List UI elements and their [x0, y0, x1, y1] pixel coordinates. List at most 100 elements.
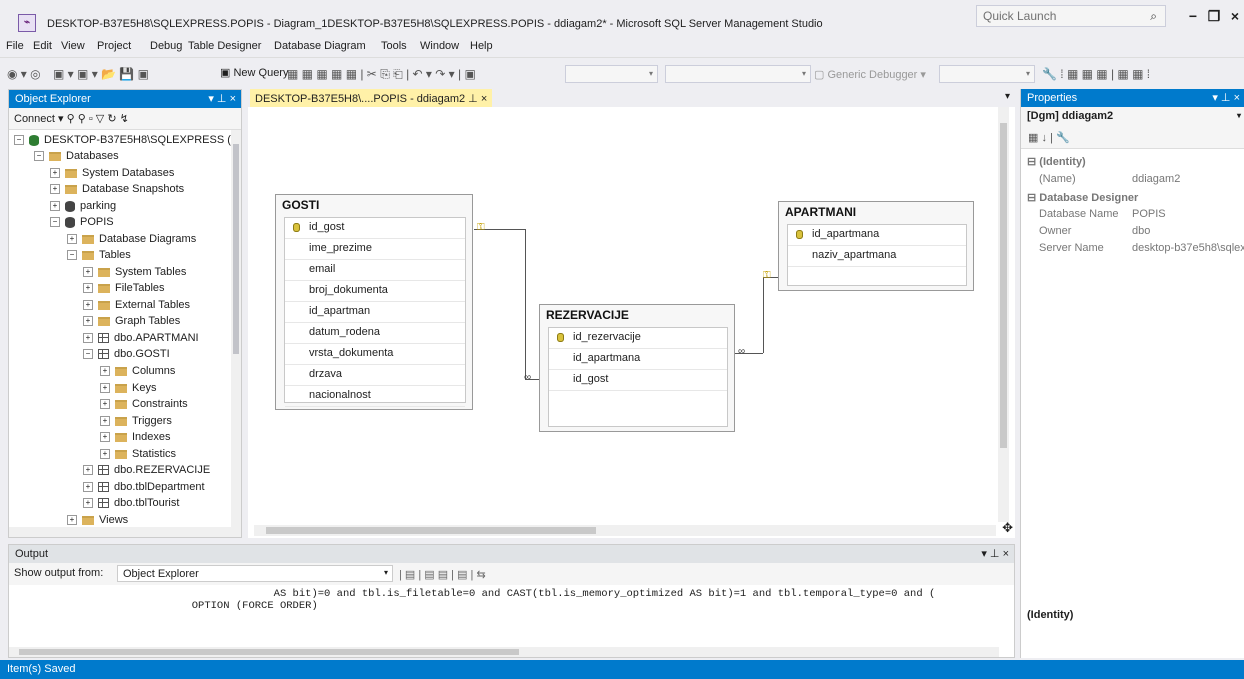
- quick-launch-input[interactable]: Quick Launch ⌕: [976, 5, 1166, 27]
- menu-tools[interactable]: Tools: [381, 40, 407, 52]
- tree-indexes[interactable]: + Indexes: [100, 429, 171, 445]
- tree-filetables[interactable]: + FileTables: [83, 280, 165, 296]
- restore-icon[interactable]: ❐: [1205, 8, 1223, 26]
- menu-view[interactable]: View: [61, 40, 85, 52]
- tab-dropdown-icon[interactable]: ▾: [1005, 91, 1010, 102]
- database-name-property[interactable]: Database Name POPIS: [1021, 206, 1244, 223]
- menu-window[interactable]: Window: [420, 40, 459, 52]
- tab-ddiagam2[interactable]: DESKTOP-B37E5H8\....POPIS - ddiagam2 ⊥ ×: [250, 89, 493, 107]
- tree-apartmani[interactable]: + dbo.APARTMANI: [83, 330, 199, 346]
- table-gosti[interactable]: GOSTI id_gost ime_prezime email broj_dok…: [275, 194, 473, 410]
- tree-gosti[interactable]: − dbo.GOSTI: [83, 346, 170, 362]
- designer-category[interactable]: ⊟ Database Designer: [1021, 189, 1244, 206]
- solution-combo[interactable]: ▾: [565, 65, 658, 83]
- tree-tbldepartment[interactable]: + dbo.tblDepartment: [83, 479, 205, 495]
- column-id-apartmana-pk[interactable]: id_apartmana: [788, 225, 966, 246]
- column-id-gost[interactable]: id_gost: [285, 218, 465, 239]
- identity-category[interactable]: ⊟ (Identity): [1021, 153, 1244, 170]
- connect-button[interactable]: Connect: [14, 113, 55, 125]
- close-icon[interactable]: ×: [1226, 8, 1244, 26]
- diagram-tool-icons[interactable]: 🔧 ⁞ ▦ ▦ ▦ | ▦ ▦ ⁞: [1042, 67, 1150, 81]
- column-id-rezervacije[interactable]: id_rezervacije: [549, 328, 727, 349]
- filter-refresh-icons[interactable]: ⚲ ⚲ ▫ ▽ ↻ ↯: [67, 113, 129, 125]
- new-item-icons[interactable]: ▣ ▾ ▣ ▾ 📂 💾 ▣: [53, 67, 149, 81]
- debugger-button[interactable]: ▢ Generic Debugger ▾: [814, 68, 926, 81]
- menu-help[interactable]: Help: [470, 40, 493, 52]
- menu-database-diagram[interactable]: Database Diagram: [274, 40, 366, 52]
- tree-popis[interactable]: − POPIS: [50, 214, 114, 230]
- categorized-icon[interactable]: ▦: [1028, 132, 1038, 144]
- diagram-horizontal-scrollbar[interactable]: [254, 525, 996, 536]
- column-ime-prezime[interactable]: ime_prezime: [285, 239, 465, 260]
- tree-constraints[interactable]: + Constraints: [100, 396, 188, 412]
- properties-toolbar: ▦ ↓ | 🔧: [1021, 127, 1244, 149]
- back-icon[interactable]: ◉ ▾ ◎: [7, 67, 41, 81]
- column-vrsta-dokumenta[interactable]: vrsta_dokumenta: [285, 344, 465, 365]
- tree-system-databases[interactable]: + System Databases: [50, 165, 174, 181]
- tree-statistics[interactable]: + Statistics: [100, 446, 176, 462]
- output-text: AS bit)=0 and tbl.is_filetable=0 and CAS…: [9, 588, 936, 612]
- minimize-icon[interactable]: −: [1184, 8, 1202, 26]
- menu-debug[interactable]: Debug: [150, 40, 182, 52]
- output-source-select[interactable]: Object Explorer ▾: [117, 565, 393, 582]
- column-id-gost-fk[interactable]: id_gost: [549, 370, 727, 391]
- tree-columns[interactable]: + Columns: [100, 363, 175, 379]
- table-apartmani[interactable]: APARTMANI id_apartmana naziv_apartmana: [778, 201, 974, 291]
- tab-close-icon[interactable]: ×: [481, 93, 487, 105]
- tree-external-tables[interactable]: + External Tables: [83, 297, 190, 313]
- owner-property[interactable]: Owner dbo: [1021, 223, 1244, 240]
- column-broj-dokumenta[interactable]: broj_dokumenta: [285, 281, 465, 302]
- tree-keys[interactable]: + Keys: [100, 380, 156, 396]
- column-nacionalnost[interactable]: nacionalnost: [285, 386, 465, 407]
- table-gosti-title: GOSTI: [282, 198, 320, 212]
- tree-tbltourist[interactable]: + dbo.tblTourist: [83, 495, 179, 511]
- diagram-canvas[interactable]: GOSTI id_gost ime_prezime email broj_dok…: [248, 107, 1015, 538]
- output-horizontal-scrollbar[interactable]: [9, 647, 999, 657]
- column-email[interactable]: email: [285, 260, 465, 281]
- menu-edit[interactable]: Edit: [33, 40, 52, 52]
- tree-rezervacije[interactable]: + dbo.REZERVACIJE: [83, 462, 210, 478]
- panel-pin-close-icons[interactable]: ▾ ⊥ ×: [1212, 91, 1240, 104]
- name-property[interactable]: (Name) ddiagam2: [1021, 171, 1244, 188]
- config-combo[interactable]: ▾: [665, 65, 811, 83]
- panel-pin-close-icons[interactable]: ▾ ⊥ ×: [208, 92, 236, 105]
- properties-object-selector[interactable]: [Dgm] ddiagam2 ▾: [1021, 107, 1244, 127]
- tree-parking[interactable]: + parking: [50, 198, 116, 214]
- tree-graph-tables[interactable]: + Graph Tables: [83, 313, 180, 329]
- window-title: DESKTOP-B37E5H8\SQLEXPRESS.POPIS - Diagr…: [47, 18, 823, 30]
- tree-system-tables[interactable]: + System Tables: [83, 264, 186, 280]
- table-rezervacije[interactable]: REZERVACIJE id_rezervacije id_apartmana …: [539, 304, 735, 432]
- navigator-icon[interactable]: ✥: [1002, 520, 1013, 536]
- object-explorer-header: Object Explorer ▾ ⊥ ×: [9, 90, 241, 108]
- output-tool-icons[interactable]: | ▤ | ▤ ▤ | ▤ | ⇆: [399, 568, 486, 581]
- server-name-property[interactable]: Server Name desktop-b37e5h8\sqlex: [1021, 240, 1244, 257]
- object-explorer-horizontal-scrollbar[interactable]: [9, 527, 241, 537]
- column-naziv-apartmana[interactable]: naziv_apartmana: [788, 246, 966, 267]
- column-drzava[interactable]: drzava: [285, 365, 465, 386]
- relationship-line[interactable]: [525, 229, 526, 379]
- panel-pin-close-icons[interactable]: ▾ ⊥ ×: [981, 547, 1009, 560]
- tree-views[interactable]: + Views: [67, 512, 128, 528]
- column-datum-rodena[interactable]: datum_rodena: [285, 323, 465, 344]
- menu-table-designer[interactable]: Table Designer: [188, 40, 261, 52]
- column-id-apartman[interactable]: id_apartman: [285, 302, 465, 323]
- tree-database-snapshots[interactable]: + Database Snapshots: [50, 181, 184, 197]
- object-explorer-vertical-scrollbar[interactable]: [231, 130, 241, 528]
- relationship-line[interactable]: [763, 277, 764, 353]
- menu-project[interactable]: Project: [97, 40, 131, 52]
- diagram-vertical-scrollbar[interactable]: [998, 107, 1009, 522]
- tree-database-diagrams[interactable]: + Database Diagrams: [67, 231, 196, 247]
- tree-databases[interactable]: − Databases: [34, 148, 119, 164]
- menu-file[interactable]: File: [6, 40, 24, 52]
- alphabetical-icon[interactable]: ↓: [1041, 132, 1047, 144]
- tree-triggers[interactable]: + Triggers: [100, 413, 172, 429]
- tree-server[interactable]: − DESKTOP-B37E5H8\SQLEXPRESS (SQ: [14, 132, 233, 148]
- tree-tables[interactable]: − Tables: [67, 247, 131, 263]
- target-combo[interactable]: ▾: [939, 65, 1035, 83]
- new-query-button[interactable]: ▣ New Query: [220, 66, 288, 79]
- column-id-apartmana[interactable]: id_apartmana: [549, 349, 727, 370]
- property-description: (Identity): [1027, 609, 1074, 621]
- query-icons[interactable]: ▦ ▦ ▦ ▦ ▦ | ✂ ⎘ ⎗ | ↶ ▾ ↷ ▾ | ▣: [287, 67, 476, 82]
- property-pages-icon[interactable]: 🔧: [1056, 132, 1070, 144]
- pin-icon[interactable]: ⊥: [465, 93, 481, 105]
